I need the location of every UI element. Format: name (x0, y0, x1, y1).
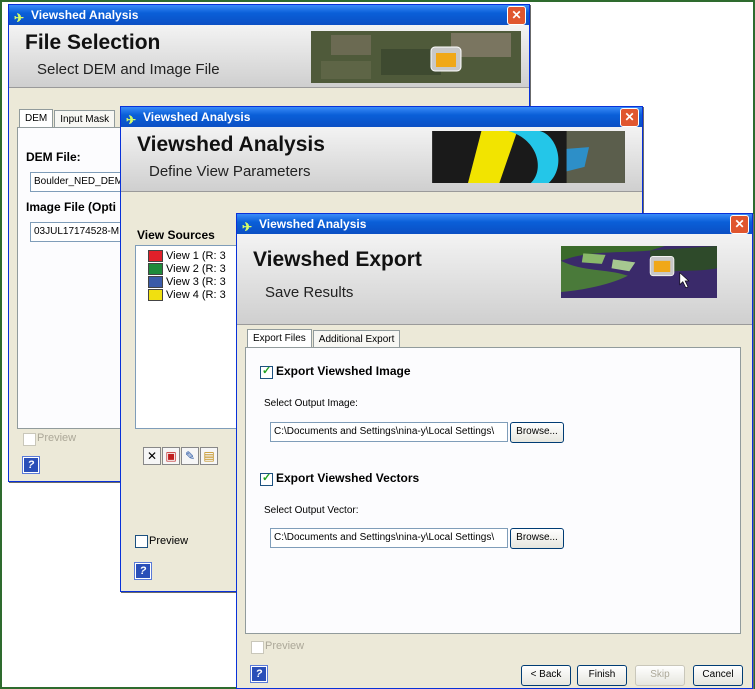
preview-label: Preview (265, 640, 305, 652)
export-image-label: Export Viewshed Image (276, 364, 411, 378)
select-vector-label: Select Output Vector: (264, 505, 359, 516)
skip-button[interactable]: Skip (635, 665, 685, 686)
viewshed-export-window: ✈ Viewshed Analysis ✕ Viewshed Export Sa… (236, 213, 753, 689)
export-vectors-label: Export Viewshed Vectors (276, 471, 420, 485)
select-image-label: Select Output Image: (264, 398, 358, 409)
view-3-swatch (148, 276, 163, 289)
title-bar[interactable]: ✈ Viewshed Analysis ✕ (121, 107, 642, 127)
window-title: Viewshed Analysis (259, 217, 367, 231)
wizard-header: Viewshed Analysis Define View Parameters (121, 127, 642, 192)
view-2-swatch (148, 263, 163, 276)
window-title: Viewshed Analysis (143, 110, 251, 124)
list-item-label: View 4 (R: 3 (166, 289, 226, 301)
close-button[interactable]: ✕ (730, 215, 749, 234)
page-title: Viewshed Analysis (137, 133, 325, 156)
cancel-button[interactable]: Cancel (693, 665, 743, 686)
help-icon[interactable]: ? (250, 665, 268, 683)
list-item[interactable]: View 4 (R: 3 (148, 289, 226, 302)
export-vectors-checkbox[interactable] (260, 471, 273, 486)
open-folder-icon[interactable]: ▤ (200, 447, 218, 465)
back-button[interactable]: < Back (521, 665, 571, 686)
output-vector-field[interactable]: C:\Documents and Settings\nina-y\Local S… (270, 528, 508, 548)
finish-button[interactable]: Finish (577, 665, 627, 686)
preview-label: Preview (149, 535, 189, 547)
preview-checkbox[interactable] (23, 433, 36, 446)
browse-vector-button[interactable]: Browse... (510, 528, 564, 549)
list-item[interactable]: View 1 (R: 3 (148, 250, 226, 263)
view-1-swatch (148, 250, 163, 263)
tab-additional-export[interactable]: Additional Export (312, 330, 401, 348)
close-button[interactable]: ✕ (620, 108, 639, 127)
window-title: Viewshed Analysis (31, 8, 139, 22)
list-item[interactable]: View 2 (R: 3 (148, 263, 226, 276)
page-subtitle: Save Results (265, 284, 354, 301)
title-bar[interactable]: ✈ Viewshed Analysis ✕ (237, 214, 752, 234)
view-sources-label: View Sources (137, 228, 215, 242)
list-item-label: View 2 (R: 3 (166, 263, 226, 275)
close-button[interactable]: ✕ (507, 6, 526, 25)
wizard-header: Viewshed Export Save Results (237, 234, 752, 325)
page-title: Viewshed Export (253, 248, 422, 271)
view-sources-list[interactable]: View 1 (R: 3 View 2 (R: 3 View 3 (R: 3 V… (135, 245, 243, 429)
page-subtitle: Define View Parameters (149, 163, 311, 180)
preview-checkbox[interactable] (135, 535, 148, 548)
remove-view-icon[interactable]: ▣ (162, 447, 180, 465)
delete-icon[interactable]: ✕ (143, 447, 161, 465)
export-image-checkbox[interactable] (260, 364, 273, 379)
list-item[interactable]: View 3 (R: 3 (148, 276, 226, 289)
browse-image-button[interactable]: Browse... (510, 422, 564, 443)
page-title: File Selection (25, 31, 161, 54)
image-file-field[interactable]: 03JUL17174528-M (30, 222, 125, 242)
page-subtitle: Select DEM and Image File (37, 61, 220, 78)
folder-icon (430, 46, 462, 72)
dem-file-field[interactable]: Boulder_NED_DEM (30, 172, 125, 192)
preview-checkbox[interactable] (251, 641, 264, 654)
edit-view-icon[interactable]: ✎ (181, 447, 199, 465)
tab-dem[interactable]: DEM (19, 109, 54, 128)
wizard-header: File Selection Select DEM and Image File (9, 25, 529, 88)
view-4-swatch (148, 289, 163, 302)
image-file-label: Image File (Opti (26, 200, 117, 214)
output-image-field[interactable]: C:\Documents and Settings\nina-y\Local S… (270, 422, 508, 442)
help-icon[interactable]: ? (22, 456, 40, 474)
folder-icon (649, 256, 675, 277)
list-item-label: View 1 (R: 3 (166, 250, 226, 262)
preview-label: Preview (37, 432, 77, 444)
export-files-panel: Export Viewshed Image Select Output Imag… (245, 347, 741, 634)
title-bar[interactable]: ✈ Viewshed Analysis ✕ (9, 5, 529, 25)
tab-input-mask[interactable]: Input Mask (54, 110, 116, 128)
viewshed-banner-image (432, 131, 625, 183)
terrain-banner-image (561, 246, 717, 298)
dem-file-label: DEM File: (26, 150, 81, 164)
list-item-label: View 3 (R: 3 (166, 276, 226, 288)
tab-export-files[interactable]: Export Files (247, 329, 312, 348)
help-icon[interactable]: ? (134, 562, 152, 580)
satellite-banner-image (311, 31, 521, 83)
